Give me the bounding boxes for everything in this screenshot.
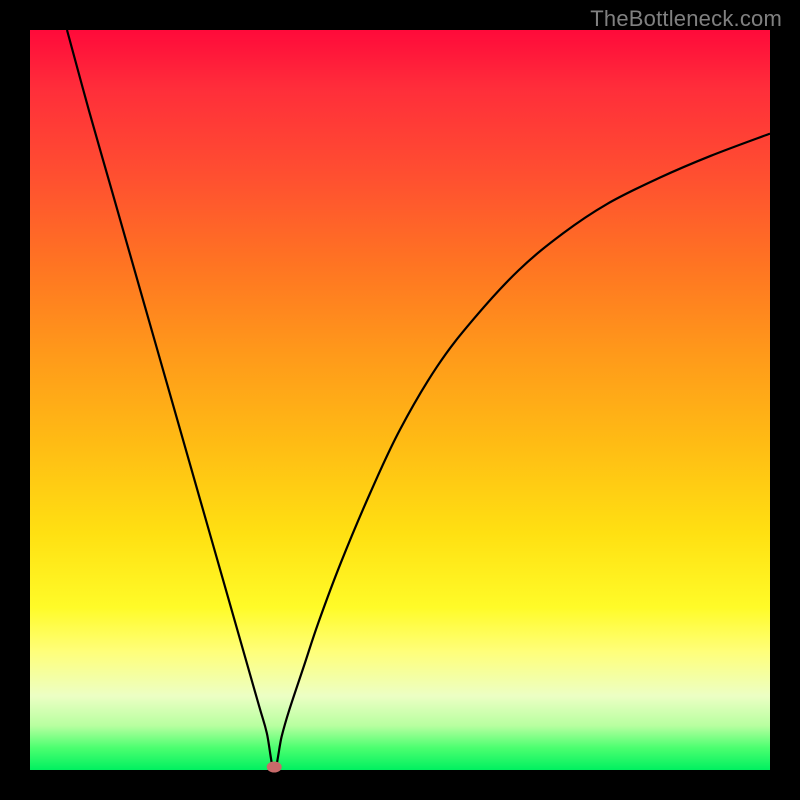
chart-svg: [30, 30, 770, 770]
watermark-text: TheBottleneck.com: [590, 6, 782, 32]
bottleneck-curve: [67, 30, 770, 770]
chart-plot-area: [30, 30, 770, 770]
minimum-marker: [267, 762, 281, 772]
